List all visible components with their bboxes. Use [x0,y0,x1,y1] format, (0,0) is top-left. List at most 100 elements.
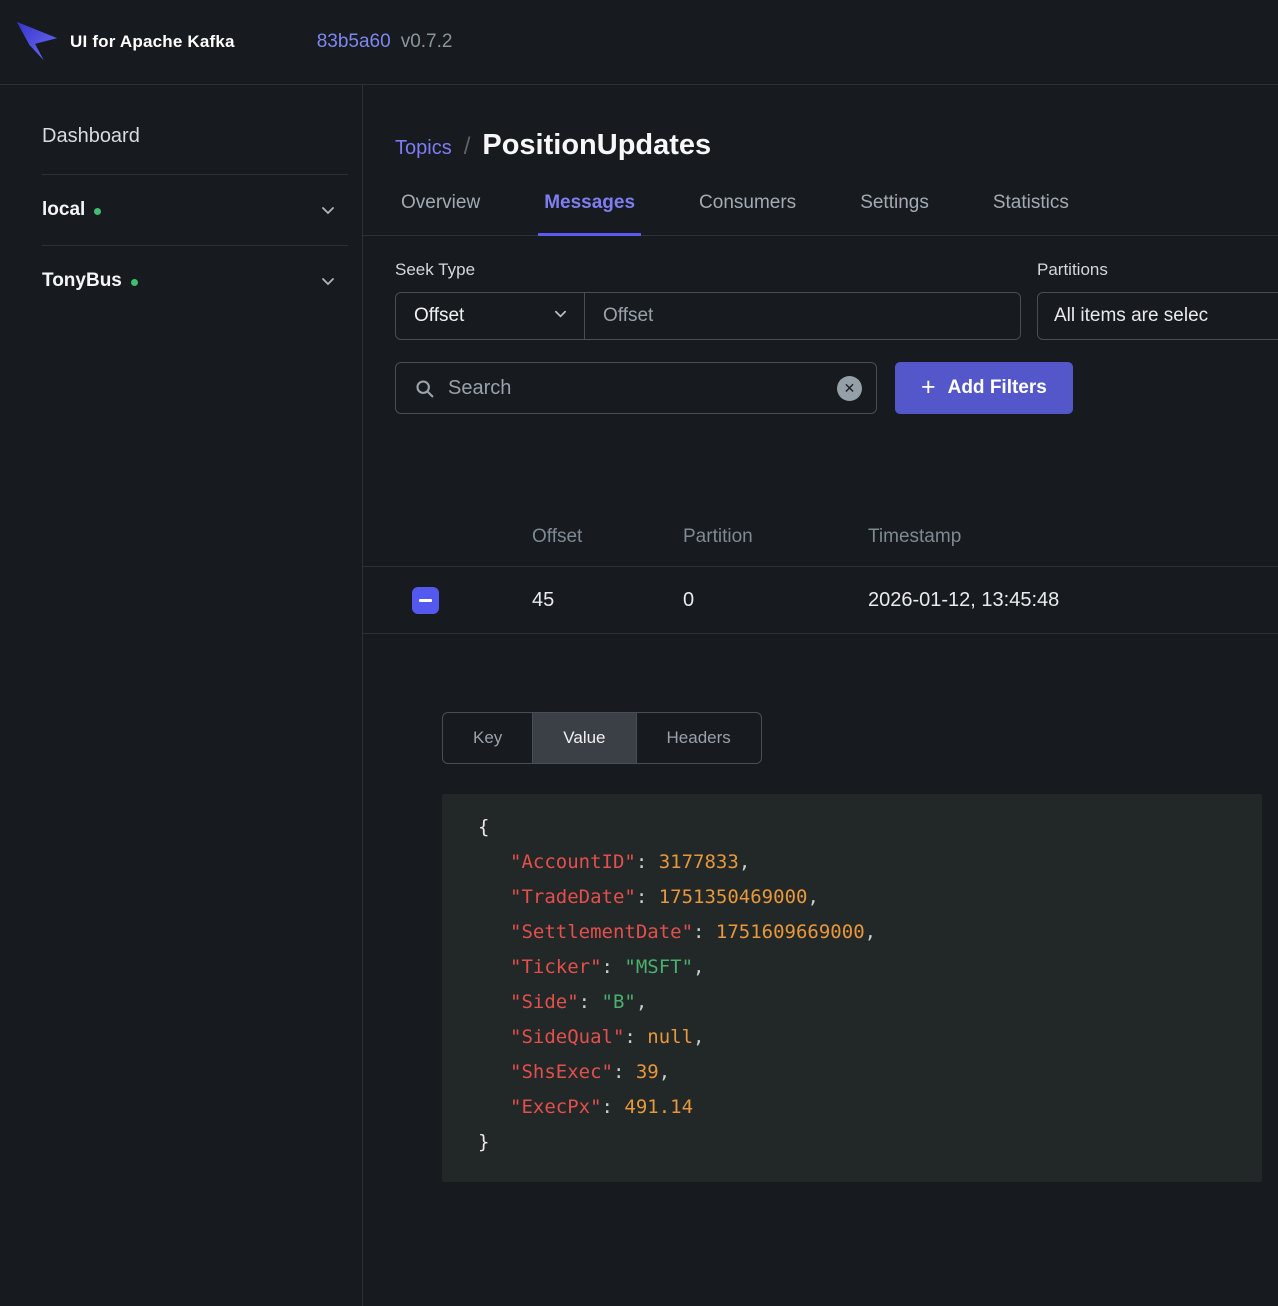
sidebar: Dashboard local TonyBus [0,85,363,1306]
json-key: "TradeDate" [510,886,636,908]
offset-input[interactable] [584,292,1021,340]
json-comma: , [739,851,750,873]
tab-statistics[interactable]: Statistics [987,192,1075,235]
page-title: PositionUpdates [482,129,711,162]
message-view-tabs: Key Value Headers [442,712,762,764]
message-detail: Key Value Headers { "AccountID": 3177833… [442,712,1262,1182]
json-entries: "AccountID": 3177833,"TradeDate": 175135… [478,845,1242,1125]
plus-icon: + [921,375,936,400]
breadcrumb: Topics / PositionUpdates [395,129,1278,162]
json-colon: : [693,921,716,943]
json-line: "ShsExec": 39, [510,1055,1242,1090]
json-key: "Ticker" [510,956,602,978]
tab-value[interactable]: Value [533,713,636,763]
sidebar-cluster-local[interactable]: local [42,174,348,245]
version-info: 83b5a60 v0.7.2 [317,31,453,53]
seek-type-select[interactable]: Offset [395,292,585,340]
commit-hash[interactable]: 83b5a60 [317,31,391,53]
cluster-status-dot [131,279,138,286]
json-value: "B" [602,991,636,1013]
expand-cell [363,587,532,614]
chevron-down-icon [553,305,568,327]
json-key: "ShsExec" [510,1061,613,1083]
json-colon: : [613,1061,636,1083]
json-line: "Ticker": "MSFT", [510,950,1242,985]
kafka-ui-logo-icon [14,19,60,65]
tab-messages[interactable]: Messages [538,192,641,236]
json-comma: , [693,956,704,978]
json-line: "ExecPx": 491.14 [510,1090,1242,1125]
json-key: "SettlementDate" [510,921,693,943]
json-comma: , [659,1061,670,1083]
search-row: ✕ + Add Filters [395,362,1278,414]
tab-headers[interactable]: Headers [637,713,761,763]
json-value: 1751350469000 [659,886,808,908]
sidebar-cluster-tonybus[interactable]: TonyBus [42,245,348,316]
json-key: "Side" [510,991,579,1013]
json-colon: : [624,1026,647,1048]
app-header: UI for Apache Kafka 83b5a60 v0.7.2 [0,0,1278,85]
minus-icon [419,599,432,602]
json-line: "AccountID": 3177833, [510,845,1242,880]
json-colon: : [602,1096,625,1118]
messages-table-body: 4502026-01-12, 13:45:48 [363,567,1278,634]
offset-cell: 45 [532,589,683,612]
json-value: 1751609669000 [716,921,865,943]
partitions-label: Partitions [1037,260,1278,280]
json-comma: , [636,991,647,1013]
json-open-brace[interactable]: { [478,816,489,838]
main-content: Topics / PositionUpdates Overview Messag… [363,85,1278,1306]
partition-header: Partition [683,526,868,548]
json-value: null [647,1026,693,1048]
message-row[interactable]: 4502026-01-12, 13:45:48 [363,567,1278,634]
json-comma: , [807,886,818,908]
add-filters-label: Add Filters [948,377,1047,399]
topic-tabs: Overview Messages Consumers Settings Sta… [363,192,1278,236]
json-colon: : [636,851,659,873]
seek-type-selected-value: Offset [414,305,464,327]
timestamp-cell: 2026-01-12, 13:45:48 [868,589,1278,612]
timestamp-header: Timestamp [868,526,1278,548]
filters-row: Seek Type Offset Partitions All items ar… [395,260,1278,340]
json-colon: : [602,956,625,978]
json-colon: : [579,991,602,1013]
json-close-brace[interactable]: } [478,1131,489,1153]
version-number: v0.7.2 [401,31,453,53]
json-comma: , [865,921,876,943]
app-title[interactable]: UI for Apache Kafka [70,32,235,52]
cluster-name: local [42,199,85,221]
json-line: "SettlementDate": 1751609669000, [510,915,1242,950]
json-line: "Side": "B", [510,985,1242,1020]
collapse-row-button[interactable] [412,587,439,614]
cluster-status-dot [94,208,101,215]
breadcrumb-topics-link[interactable]: Topics [395,137,452,160]
messages-table: Offset Partition Timestamp 4502026-01-12… [363,526,1278,634]
json-comma: , [693,1026,704,1048]
partitions-selected-value: All items are selec [1054,305,1208,327]
json-value: 3177833 [659,851,739,873]
sidebar-item-dashboard[interactable]: Dashboard [42,115,348,174]
add-filters-button[interactable]: + Add Filters [895,362,1073,414]
json-key: "ExecPx" [510,1096,602,1118]
partitions-select[interactable]: All items are selec [1037,292,1278,340]
messages-table-header: Offset Partition Timestamp [363,526,1278,567]
offset-header: Offset [532,526,683,548]
clear-search-icon[interactable]: ✕ [837,376,862,401]
cluster-name: TonyBus [42,270,122,292]
json-value: 39 [636,1061,659,1083]
partition-cell: 0 [683,589,868,612]
json-value: 491.14 [624,1096,693,1118]
tab-settings[interactable]: Settings [854,192,935,235]
tab-consumers[interactable]: Consumers [693,192,802,235]
json-colon: : [636,886,659,908]
tab-key[interactable]: Key [443,713,533,763]
search-icon [414,378,435,399]
json-line: "SideQual": null, [510,1020,1242,1055]
json-key: "AccountID" [510,851,636,873]
tab-overview[interactable]: Overview [395,192,486,235]
seek-type-label: Seek Type [395,260,1021,280]
breadcrumb-separator: / [464,133,471,161]
json-line: "TradeDate": 1751350469000, [510,880,1242,915]
chevron-down-icon [320,273,336,289]
search-input[interactable] [448,377,837,400]
